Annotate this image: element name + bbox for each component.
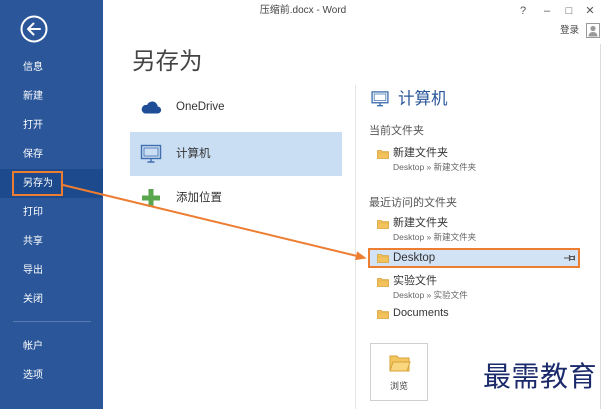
sidebar-item-export[interactable]: 导出	[0, 256, 103, 285]
recent-folder-item[interactable]: 实验文件 Desktop » 实验文件	[368, 273, 580, 303]
recent-folder-item-documents[interactable]: Documents	[368, 305, 580, 323]
page-title: 另存为	[132, 48, 203, 74]
folder-path: Desktop » 新建文件夹	[393, 232, 477, 242]
browse-button[interactable]: 浏览	[370, 343, 428, 401]
computer-icon	[370, 89, 390, 109]
folder-path: Desktop » 实验文件	[393, 290, 468, 300]
folder-name: 实验文件	[393, 275, 437, 287]
recent-folder-item[interactable]: 新建文件夹 Desktop » 新建文件夹	[368, 215, 580, 245]
sidebar-item-save[interactable]: 保存	[0, 140, 103, 169]
computer-icon	[139, 142, 163, 166]
watermark-text: 最需教育	[483, 362, 598, 393]
maximize-button[interactable]: □	[562, 3, 576, 19]
sidebar-item-save-as[interactable]: 另存为	[0, 169, 103, 198]
sidebar-item-close[interactable]: 关闭	[0, 285, 103, 314]
sidebar-item-new[interactable]: 新建	[0, 82, 103, 111]
folder-icon	[377, 277, 389, 287]
window-title: 压缩前.docx - Word	[259, 5, 347, 16]
browse-folder-icon	[389, 354, 411, 372]
user-avatar-icon[interactable]	[586, 23, 600, 38]
folder-name: Documents	[393, 307, 449, 319]
current-folder-label: 当前文件夹	[369, 125, 424, 137]
location-label: OneDrive	[176, 101, 225, 113]
sidebar-item-info[interactable]: 信息	[0, 53, 103, 82]
backstage-sidebar: 信息 新建 打开 保存 另存为 打印 共享 导出 关闭 帐户 选项	[0, 0, 103, 409]
sidebar-item-print[interactable]: 打印	[0, 198, 103, 227]
back-arrow-icon[interactable]	[20, 15, 48, 43]
help-button[interactable]: ?	[516, 3, 530, 19]
location-add-place[interactable]: 添加位置	[130, 176, 342, 220]
sidebar-item-open[interactable]: 打开	[0, 111, 103, 140]
current-folder-item[interactable]: 新建文件夹 Desktop » 新建文件夹	[368, 145, 580, 175]
column-divider	[355, 85, 356, 409]
folder-icon	[377, 219, 389, 229]
folder-icon	[377, 253, 389, 263]
close-button[interactable]: ✕	[583, 3, 597, 19]
folder-name: 新建文件夹	[393, 147, 448, 159]
minimize-button[interactable]: –	[540, 3, 554, 19]
location-computer[interactable]: 计算机	[130, 132, 342, 176]
sidebar-divider	[13, 321, 91, 322]
panel-title: 计算机	[398, 90, 448, 108]
recent-folder-item-desktop[interactable]: Desktop	[368, 248, 580, 268]
pin-icon[interactable]	[564, 254, 576, 262]
folder-path: Desktop » 新建文件夹	[393, 162, 477, 172]
folder-name: 新建文件夹	[393, 217, 448, 229]
browse-label: 浏览	[389, 381, 408, 391]
window-right-border	[600, 44, 601, 409]
word-save-as-backstage: 信息 新建 打开 保存 另存为 打印 共享 导出 关闭 帐户 选项 压缩前.do…	[0, 0, 606, 409]
add-location-plus-icon	[139, 186, 163, 210]
recent-folders-label: 最近访问的文件夹	[369, 197, 457, 209]
sidebar-item-options[interactable]: 选项	[0, 361, 103, 390]
location-label: 计算机	[176, 148, 211, 160]
folder-icon	[377, 149, 389, 159]
onedrive-cloud-icon	[139, 95, 163, 119]
folder-icon	[377, 309, 389, 319]
signin-link[interactable]: 登录	[560, 24, 579, 38]
location-onedrive[interactable]: OneDrive	[130, 85, 342, 129]
folder-name: Desktop	[393, 252, 436, 264]
sidebar-item-share[interactable]: 共享	[0, 227, 103, 256]
location-label: 添加位置	[176, 192, 222, 204]
sidebar-item-account[interactable]: 帐户	[0, 332, 103, 361]
